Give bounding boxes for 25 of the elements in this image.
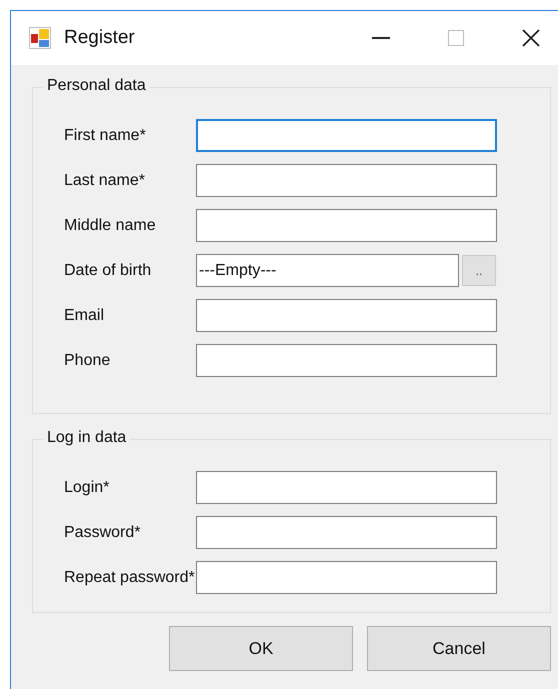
group-title: Log in data	[43, 429, 130, 447]
dialog-button[interactable]: OK	[169, 626, 353, 671]
text-field[interactable]	[196, 344, 497, 377]
date-field[interactable]: ---Empty---	[196, 254, 459, 287]
text-field[interactable]	[196, 164, 497, 197]
field-label: Email	[63, 306, 106, 324]
text-field[interactable]	[196, 209, 497, 242]
field-label: Date of birth	[63, 262, 152, 280]
text-field[interactable]	[196, 299, 497, 332]
field-label: Last name*	[63, 172, 146, 190]
text-field[interactable]	[196, 119, 497, 152]
date-picker-button[interactable]: ..	[462, 255, 496, 286]
field-label: Password*	[63, 524, 142, 542]
field-label: Middle name	[63, 216, 157, 234]
close-icon[interactable]	[522, 29, 540, 47]
field-label: Repeat password*	[63, 568, 196, 586]
field-label: Login*	[63, 478, 110, 496]
field-label: Phone	[63, 352, 112, 370]
window-title: Register	[64, 27, 135, 49]
dialog-button[interactable]: Cancel	[367, 626, 551, 671]
app-icon	[29, 27, 51, 49]
text-field[interactable]	[196, 471, 497, 504]
text-field[interactable]	[196, 561, 497, 594]
text-field[interactable]	[196, 516, 497, 549]
field-label: First name*	[63, 126, 147, 144]
